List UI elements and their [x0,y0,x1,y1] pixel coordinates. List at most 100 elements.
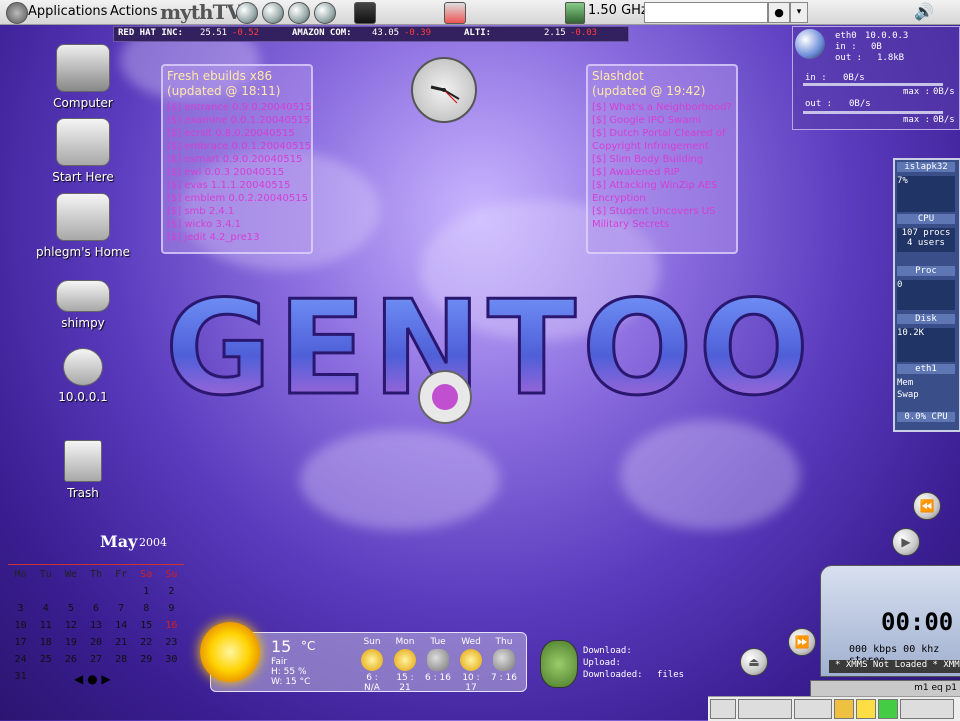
calendar-day[interactable]: 4 [33,600,58,617]
desktop-icon-trash[interactable]: Trash [33,440,133,500]
slashdot-item[interactable]: [$] Slim Body Building [588,153,736,166]
slashdot-item[interactable]: [$] Student Uncovers US [588,205,736,218]
calendar-day[interactable]: 12 [58,617,83,634]
slashdot-item[interactable]: Copyright Infringement [588,140,736,153]
ebuild-item[interactable]: [$] emblem 0.0.2.20040515 [163,192,311,205]
tray-slot[interactable] [738,699,792,719]
partly-sunny-icon [394,649,416,671]
calendar-day[interactable]: 1 [134,583,159,600]
calendar-day[interactable]: 9 [159,600,184,617]
calendar-day[interactable]: 2 [159,583,184,600]
command-dropdown[interactable]: ▾ [790,2,808,23]
slashdot-item[interactable]: [$] Attacking WinZip AES [588,179,736,192]
calendar-day[interactable]: 24 [8,651,33,668]
calendar-day[interactable]: 23 [159,634,184,651]
cpu-chip-icon [565,2,585,24]
ticker-name: ALTI: [464,28,492,38]
calendar-day[interactable]: 14 [109,617,134,634]
ebuild-item[interactable]: [$] smb 2.4.1 [163,205,311,218]
actions-menu[interactable]: Actions [110,4,158,19]
terminal-icon[interactable] [354,2,376,24]
tray-slot[interactable] [794,699,832,719]
web-browser-icon[interactable] [262,2,284,24]
file-manager-icon[interactable] [236,2,258,24]
command-button[interactable]: ● [768,2,790,23]
monitor-icon[interactable] [710,699,736,719]
calendar-day[interactable]: 10 [8,617,33,634]
calendar-day[interactable]: 7 [109,600,134,617]
gk-net-label: eth1 [897,364,955,374]
applications-menu[interactable]: Applications [28,4,107,19]
gnome-foot-icon[interactable] [6,2,28,24]
calendar-day[interactable]: 27 [83,651,108,668]
calendar-day[interactable]: 11 [33,617,58,634]
calendar-day[interactable]: 31 [8,668,33,685]
calendar-day[interactable]: 22 [134,634,159,651]
calendar-day[interactable]: 26 [58,651,83,668]
forecast-day-name: Tue [430,637,446,647]
ticker-change: -0.52 [232,28,260,38]
calendar-day[interactable]: 8 [134,600,159,617]
network-monitor: eth0 10.0.0.3 in : 0B out : 1.8kB in : 0… [792,26,960,130]
tray-slot[interactable] [900,699,954,719]
calendar-day[interactable]: 28 [109,651,134,668]
volume-icon[interactable]: 🔊 [914,2,934,21]
slashdot-item[interactable]: Encryption [588,192,736,205]
calendar-day[interactable]: 17 [8,634,33,651]
chat-icon[interactable] [314,2,336,24]
slashdot-item[interactable]: [$] Dutch Portal Cleared of [588,127,736,140]
user-icon[interactable] [834,699,854,719]
calendar-day[interactable]: 5 [58,600,83,617]
slashdot-item[interactable]: [$] Google IPO Swami [588,114,736,127]
rewind-button[interactable]: ⏪ [913,492,941,520]
ebuild-item[interactable]: [$] wicko 3.4.1 [163,218,311,231]
ticker-change: -0.03 [570,28,598,38]
desktop-icon-start-here[interactable]: Start Here [33,118,133,184]
prev-month-icon[interactable]: ◀ [74,672,83,686]
ebuild-item[interactable]: [$] jedit 4.2_pre13 [163,231,311,244]
desktop-icon-home[interactable]: phlegm's Home [33,193,133,259]
eject-button[interactable]: ⏏ [740,648,768,676]
calendar-day[interactable]: 25 [33,651,58,668]
weather-humidity: H: 55 % [271,667,307,677]
mythtv-launcher[interactable]: mythTV [160,0,242,24]
ticker-name: RED HAT INC: [118,28,184,38]
calendar-day[interactable]: 21 [109,634,134,651]
calendar-day[interactable]: 6 [83,600,108,617]
command-entry[interactable] [644,2,768,23]
next-month-icon[interactable]: ▶ [101,672,110,686]
download-monitor: Download: Upload: Downloaded: files [535,638,715,694]
warning-icon[interactable] [856,699,876,719]
calendar-day[interactable]: 16 [159,617,184,634]
calendar-day[interactable]: 13 [83,617,108,634]
today-icon[interactable]: ● [87,672,97,686]
calendar-day[interactable]: 3 [8,600,33,617]
ebuild-item[interactable]: [$] evas 1.1.1.20040515 [163,179,311,192]
ebuild-item[interactable]: [$] ewl 0.0.3 20040515 [163,166,311,179]
slashdot-item[interactable]: Military Secrets [588,218,736,231]
status-icon[interactable] [878,699,898,719]
ebuild-item[interactable]: [$] esmart 0.9.0.20040515 [163,153,311,166]
desktop-icon-computer[interactable]: Computer [33,44,133,110]
slashdot-item[interactable]: [$] Awakened RIP [588,166,736,179]
forecast-day: Wed 10 : 17 [456,637,486,693]
desktop-icon-label: Computer [53,96,113,110]
play-button[interactable]: ▶ [892,528,920,556]
calendar-day[interactable]: 18 [33,634,58,651]
network-applet-icon[interactable] [444,2,466,24]
ebuild-item[interactable]: [$] entrance 0.9.0.20040515 [163,101,311,114]
ebuild-item[interactable]: [$] examine 0.0.1.20040515 [163,114,311,127]
calendar-day[interactable]: 30 [159,651,184,668]
calendar-day[interactable]: 15 [134,617,159,634]
slashdot-item[interactable]: [$] What's a Neighborhood? [588,101,736,114]
ebuild-item[interactable]: [$] embrace 0.0.1.20040515 [163,140,311,153]
calendar-day[interactable]: 20 [83,634,108,651]
calendar-day[interactable]: 19 [58,634,83,651]
netmon-out-rate: 0B/s [849,99,871,109]
network-icon [63,348,103,386]
forecast-range: 15 : 21 [396,673,414,693]
ebuild-item[interactable]: [$] ecrsit 0.8.0.20040515 [163,127,311,140]
mail-icon[interactable] [288,2,310,24]
fast-forward-button[interactable]: ⏩ [788,628,816,656]
calendar-day[interactable]: 29 [134,651,159,668]
